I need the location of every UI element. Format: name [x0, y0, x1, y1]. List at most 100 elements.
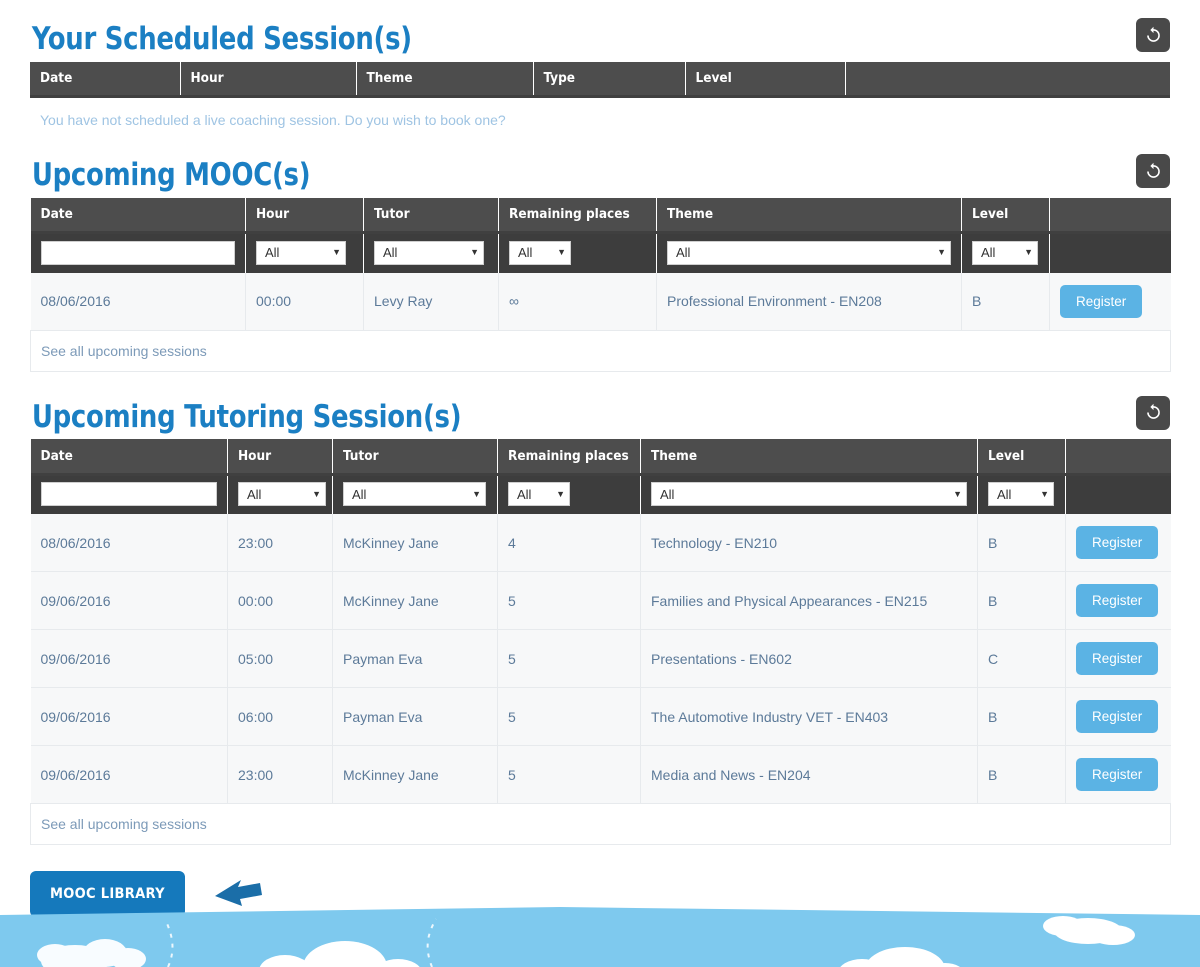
mooc-tutor-filter-select[interactable]: All ▼ — [374, 240, 484, 265]
tutoring-remaining-filter-select[interactable]: All ▼ — [508, 482, 570, 507]
upcoming-moocs-table: Date Hour Tutor Remaining places Theme L… — [30, 197, 1171, 372]
table-row: 09/06/2016 06:00 Payman Eva 5 The Automo… — [30, 687, 1171, 747]
col-theme: Theme — [356, 61, 534, 99]
cell-theme: Media and News - EN204 — [640, 745, 978, 805]
filter-cell-actions — [1065, 474, 1171, 515]
cell-level: C — [977, 629, 1066, 689]
dashboard-page: Your Scheduled Session(s) Date Hour Them… — [0, 0, 1200, 967]
cell-remaining-places: 5 — [497, 745, 641, 805]
see-all-upcoming-sessions-link[interactable]: See all upcoming sessions — [41, 816, 207, 832]
cell-remaining-places: 5 — [497, 687, 641, 747]
chevron-down-icon: ▼ — [332, 247, 341, 258]
register-button[interactable]: Register — [1076, 642, 1159, 676]
mooc-filter-row: All ▼ All ▼ All ▼ All ▼ All ▼ — [30, 232, 1171, 273]
cell-actions: Register — [1065, 629, 1171, 689]
table-row: 08/06/2016 23:00 McKinney Jane 4 Technol… — [30, 514, 1171, 573]
col-tutor: Tutor — [332, 439, 498, 476]
cell-actions: Register — [1065, 745, 1171, 805]
cell-tutor: McKinney Jane — [332, 514, 498, 573]
cell-theme: The Automotive Industry VET - EN403 — [640, 687, 978, 747]
cell-actions: Register — [1049, 272, 1171, 331]
table-row: 09/06/2016 05:00 Payman Eva 5 Presentati… — [30, 629, 1171, 689]
filter-cell-hour: All ▼ — [227, 474, 333, 515]
register-button[interactable]: Register — [1076, 526, 1159, 560]
col-hour: Hour — [245, 197, 364, 235]
cell-hour: 05:00 — [227, 629, 333, 689]
see-all-upcoming-sessions-link[interactable]: See all upcoming sessions — [41, 343, 207, 359]
cell-actions: Register — [1065, 571, 1171, 631]
cell-date: 09/06/2016 — [30, 571, 228, 631]
col-remaining-places: Remaining places — [498, 197, 657, 235]
cell-remaining-places: 5 — [497, 629, 641, 689]
mooc-level-filter-select[interactable]: All ▼ — [972, 240, 1038, 265]
col-actions — [845, 61, 1170, 99]
table-header-row: Date Hour Tutor Remaining places Theme L… — [30, 197, 1171, 235]
cell-theme: Technology - EN210 — [640, 514, 978, 573]
chevron-down-icon: ▼ — [953, 488, 962, 499]
filter-cell-theme: All ▼ — [656, 232, 962, 273]
filter-cell-actions — [1049, 232, 1171, 273]
mooc-see-all-cell: See all upcoming sessions — [30, 330, 1171, 372]
cell-tutor: Levy Ray — [363, 272, 499, 331]
cell-level: B — [977, 745, 1066, 805]
cell-level: B — [961, 272, 1050, 331]
tutoring-level-filter-value: All — [997, 486, 1012, 502]
refresh-scheduled-button[interactable] — [1136, 18, 1170, 52]
scheduled-sessions-section: Your Scheduled Session(s) Date Hour Them… — [30, 0, 1170, 128]
chevron-down-icon: ▼ — [937, 247, 946, 258]
filter-cell-theme: All ▼ — [640, 474, 978, 515]
cell-hour: 00:00 — [245, 272, 364, 331]
refresh-tutoring-button[interactable] — [1136, 395, 1170, 430]
chevron-down-icon: ▼ — [1040, 488, 1049, 499]
mooc-table-footer-row: See all upcoming sessions — [30, 330, 1171, 372]
mooc-hour-filter-select[interactable]: All ▼ — [256, 240, 346, 265]
filter-cell-remaining: All ▼ — [497, 474, 641, 515]
register-button[interactable]: Register — [1076, 700, 1159, 734]
col-level: Level — [961, 197, 1050, 235]
sky-footer-decoration — [0, 895, 1200, 967]
tutoring-remaining-filter-value: All — [517, 486, 532, 502]
cell-date: 08/06/2016 — [30, 272, 246, 331]
tutoring-theme-filter-select[interactable]: All ▼ — [651, 482, 967, 507]
col-actions — [1065, 439, 1171, 476]
tutoring-tutor-filter-value: All — [352, 486, 367, 502]
chevron-down-icon: ▼ — [472, 488, 481, 499]
mooc-theme-filter-select[interactable]: All ▼ — [667, 240, 951, 265]
cell-actions: Register — [1065, 514, 1171, 573]
register-button[interactable]: Register — [1060, 284, 1143, 318]
refresh-icon — [1144, 26, 1163, 45]
cell-date: 09/06/2016 — [30, 687, 228, 747]
col-hour: Hour — [227, 439, 333, 476]
col-theme: Theme — [656, 197, 962, 235]
filter-cell-tutor: All ▼ — [332, 474, 498, 515]
cell-hour: 00:00 — [227, 571, 333, 631]
tutoring-level-filter-select[interactable]: All ▼ — [988, 482, 1054, 507]
tutoring-theme-filter-value: All — [660, 486, 675, 502]
cell-tutor: McKinney Jane — [332, 745, 498, 805]
register-button[interactable]: Register — [1076, 584, 1159, 618]
tutoring-table-footer-row: See all upcoming sessions — [30, 803, 1171, 846]
cell-level: B — [977, 571, 1066, 631]
tutoring-tutor-filter-select[interactable]: All ▼ — [343, 482, 486, 507]
table-header-row: Date Hour Tutor Remaining places Theme L… — [30, 439, 1171, 476]
chevron-down-icon: ▼ — [470, 247, 479, 258]
chevron-down-icon: ▼ — [312, 488, 321, 499]
mooc-remaining-filter-select[interactable]: All ▼ — [509, 240, 571, 265]
cell-level: B — [977, 687, 1066, 747]
col-date: Date — [30, 61, 181, 99]
refresh-moocs-button[interactable] — [1136, 154, 1170, 189]
col-hour: Hour — [180, 61, 357, 99]
tutoring-hour-filter-value: All — [247, 486, 262, 502]
mooc-date-filter-input[interactable] — [40, 240, 235, 265]
tutoring-date-filter-input[interactable] — [40, 482, 217, 507]
cell-theme: Professional Environment - EN208 — [656, 272, 962, 331]
chevron-down-icon: ▼ — [556, 488, 565, 499]
cell-theme: Families and Physical Appearances - EN21… — [640, 571, 978, 631]
register-button[interactable]: Register — [1076, 758, 1159, 792]
chevron-down-icon: ▼ — [557, 247, 566, 258]
cell-theme: Presentations - EN602 — [640, 629, 978, 689]
cell-remaining-places: 5 — [497, 571, 641, 631]
tutoring-hour-filter-select[interactable]: All ▼ — [238, 482, 326, 507]
refresh-icon — [1144, 403, 1163, 422]
scheduled-sessions-table: Date Hour Theme Type Level — [30, 61, 1170, 99]
